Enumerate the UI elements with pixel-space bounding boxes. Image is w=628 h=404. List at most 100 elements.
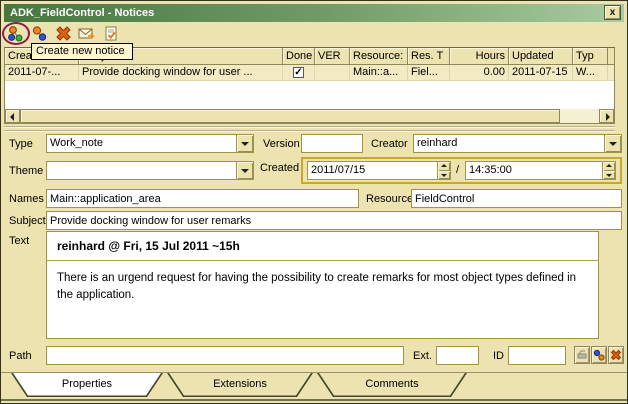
- scrollbar-track[interactable]: [560, 109, 599, 123]
- version-label: Version: [263, 138, 300, 150]
- tab-extensions-label: Extensions: [167, 373, 313, 397]
- resource-label: Resource: [366, 193, 413, 205]
- names-label: Names: [9, 193, 44, 205]
- done-checkbox[interactable]: ✓: [293, 67, 304, 78]
- type-label: Type: [9, 138, 33, 150]
- scroll-right-button[interactable]: [599, 109, 614, 123]
- cell-hours: 0.00: [450, 65, 509, 80]
- text-heading: reinhard @ Fri, 15 Jul 2011 ~15h: [57, 239, 588, 253]
- clear-path-icon: [610, 349, 622, 361]
- tab-properties[interactable]: Properties: [11, 373, 163, 397]
- theme-value: [47, 162, 236, 179]
- cell-updated: 2011-07-15: [509, 65, 573, 80]
- creator-value: reinhard: [414, 135, 604, 152]
- theme-combobox[interactable]: [46, 161, 254, 180]
- id-input[interactable]: [508, 346, 566, 365]
- creator-combobox[interactable]: reinhard: [413, 134, 622, 153]
- spin-down-icon[interactable]: [603, 171, 615, 180]
- copy-notice-button[interactable]: [29, 24, 49, 43]
- edit-notice-icon: [103, 25, 120, 42]
- new-notice-button[interactable]: [5, 24, 25, 43]
- scrollbar-thumb[interactable]: [20, 109, 560, 123]
- open-path-icon: [576, 349, 588, 361]
- path-label: Path: [9, 350, 32, 362]
- clear-path-button[interactable]: [608, 346, 624, 364]
- column-header-resource[interactable]: Resource:: [350, 48, 408, 64]
- text-editor[interactable]: reinhard @ Fri, 15 Jul 2011 ~15h There i…: [46, 231, 599, 339]
- cell-subject: Provide docking window for user ...: [79, 65, 283, 80]
- time-spinner: [602, 162, 615, 179]
- tab-comments[interactable]: Comments: [317, 373, 467, 397]
- bottom-edge: [1, 399, 628, 401]
- cell-restype: Fiel...: [408, 65, 450, 80]
- cell-resource: Main::a...: [350, 65, 408, 80]
- scroll-left-icon: [10, 113, 14, 121]
- type-value: Work_note: [47, 135, 236, 152]
- created-separator: /: [456, 164, 459, 176]
- column-header-restype[interactable]: Res. T: [408, 48, 450, 64]
- copy-notice-icon: [31, 25, 48, 42]
- text-body: There is an urgend request for having th…: [57, 270, 579, 305]
- tab-comments-label: Comments: [317, 373, 467, 397]
- created-label: Created: [260, 162, 299, 174]
- cell-type: W...: [573, 65, 608, 80]
- type-combobox[interactable]: Work_note: [46, 134, 254, 153]
- spin-up-icon[interactable]: [438, 162, 450, 171]
- ext-label: Ext.: [413, 350, 432, 362]
- mail-notice-button[interactable]: [77, 24, 97, 43]
- created-date-field[interactable]: 2011/07/15: [307, 161, 451, 180]
- created-time-value: 14:35:00: [466, 162, 602, 179]
- close-icon: x: [610, 7, 616, 18]
- spin-up-icon[interactable]: [603, 162, 615, 171]
- tooltip: Create new notice: [31, 43, 133, 60]
- assign-notice-button[interactable]: [591, 346, 607, 364]
- tab-properties-label: Properties: [11, 373, 163, 397]
- column-header-ver[interactable]: VER: [315, 48, 350, 64]
- toolbar: [5, 24, 121, 44]
- theme-label: Theme: [9, 165, 43, 177]
- splitter-handle[interactable]: [4, 126, 615, 132]
- chevron-down-icon[interactable]: [604, 135, 621, 152]
- path-input[interactable]: [46, 346, 404, 365]
- tooltip-text: Create new notice: [36, 45, 125, 57]
- ext-input[interactable]: [436, 346, 479, 365]
- assign-notice-icon: [593, 349, 605, 361]
- title-bar[interactable]: ADK_FieldControl - Notices: [4, 4, 624, 22]
- chevron-down-icon[interactable]: [236, 135, 253, 152]
- creator-label: Creator: [371, 138, 408, 150]
- version-input[interactable]: [301, 134, 363, 153]
- column-header-updated[interactable]: Updated: [509, 48, 573, 64]
- window-title: ADK_FieldControl - Notices: [10, 7, 154, 19]
- id-label: ID: [493, 350, 504, 362]
- column-header-type[interactable]: Typ: [573, 48, 608, 64]
- scroll-right-icon: [606, 113, 610, 121]
- horizontal-scrollbar: [5, 109, 614, 123]
- close-button[interactable]: x: [604, 5, 621, 20]
- cell-ver: [315, 65, 350, 80]
- names-input[interactable]: [46, 189, 359, 208]
- spin-down-icon[interactable]: [438, 171, 450, 180]
- subject-label: Subject: [9, 215, 46, 227]
- delete-notice-icon: [55, 25, 72, 42]
- resource-input[interactable]: [411, 189, 622, 208]
- column-header-done[interactable]: Done: [283, 48, 315, 64]
- open-path-button[interactable]: [574, 346, 590, 364]
- mail-notice-icon: [78, 25, 96, 42]
- new-notice-icon: [7, 25, 24, 42]
- created-date-value: 2011/07/15: [308, 162, 437, 179]
- chevron-down-icon[interactable]: [236, 162, 253, 179]
- cell-created: 2011-07-...: [5, 65, 79, 80]
- scroll-left-button[interactable]: [5, 109, 20, 123]
- date-spinner: [437, 162, 450, 179]
- tab-extensions[interactable]: Extensions: [167, 373, 313, 397]
- cell-done: ✓: [283, 65, 315, 80]
- notices-window: ADK_FieldControl - Notices x: [0, 0, 628, 404]
- created-time-field[interactable]: 14:35:00: [465, 161, 616, 180]
- edit-notice-button[interactable]: [101, 24, 121, 43]
- column-header-hours[interactable]: Hours: [450, 48, 509, 64]
- subject-input[interactable]: [46, 211, 622, 230]
- table-row[interactable]: 2011-07-... Provide docking window for u…: [5, 65, 614, 81]
- text-divider: [47, 260, 598, 261]
- delete-notice-button[interactable]: [53, 24, 73, 43]
- text-label: Text: [9, 235, 29, 247]
